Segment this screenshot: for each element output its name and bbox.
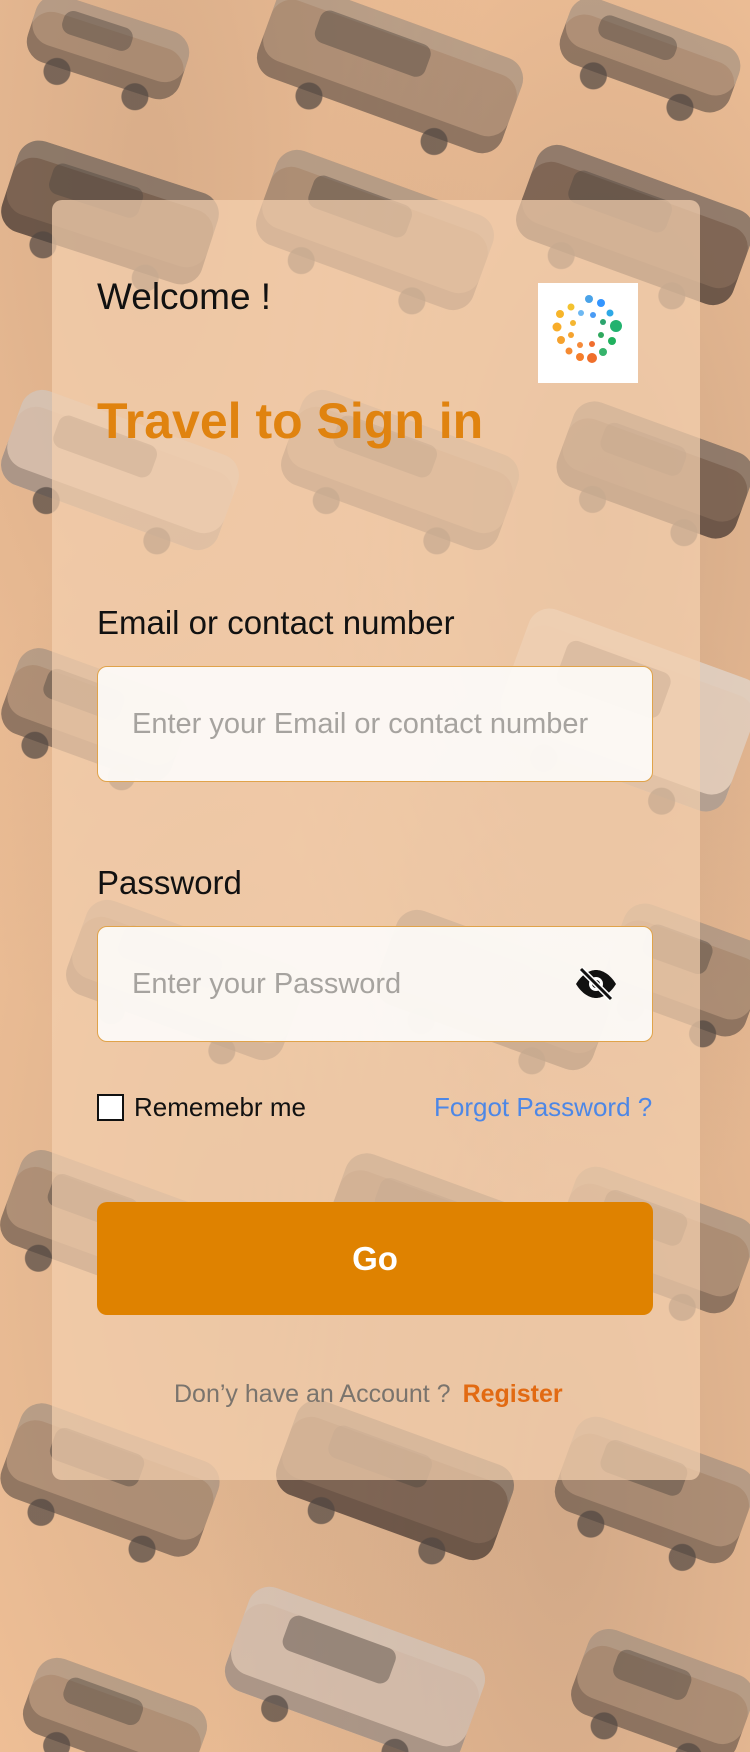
background-car xyxy=(16,1651,214,1752)
account-prompt-text: Don’y have an Account ? xyxy=(174,1380,451,1408)
register-link[interactable]: Register xyxy=(463,1380,563,1409)
forgot-password-link[interactable]: Forgot Password ? xyxy=(434,1092,652,1123)
remember-me-checkbox[interactable] xyxy=(97,1094,124,1121)
go-button[interactable]: Go xyxy=(97,1202,653,1315)
email-field[interactable] xyxy=(132,707,652,741)
welcome-heading: Welcome ! xyxy=(97,276,272,317)
eye-off-icon[interactable] xyxy=(572,960,620,1008)
background-truck xyxy=(218,1580,492,1752)
email-field-container[interactable] xyxy=(97,666,653,782)
remember-me-option[interactable]: Rememebr me xyxy=(97,1092,306,1123)
app-logo xyxy=(538,283,638,383)
dotted-ring-logo-icon xyxy=(552,295,622,363)
password-field-container[interactable] xyxy=(97,926,653,1042)
email-label: Email or contact number xyxy=(97,604,455,641)
page-title: Travel to Sign in xyxy=(97,393,484,449)
remember-me-label: Rememebr me xyxy=(134,1092,306,1122)
register-prompt: Don’y have an Account ? Register xyxy=(174,1380,563,1409)
password-label: Password xyxy=(97,864,242,901)
password-field[interactable] xyxy=(132,967,552,1001)
background-car xyxy=(564,1622,750,1752)
background-car xyxy=(21,0,195,106)
background-car xyxy=(553,0,747,119)
background-truck xyxy=(250,0,530,160)
